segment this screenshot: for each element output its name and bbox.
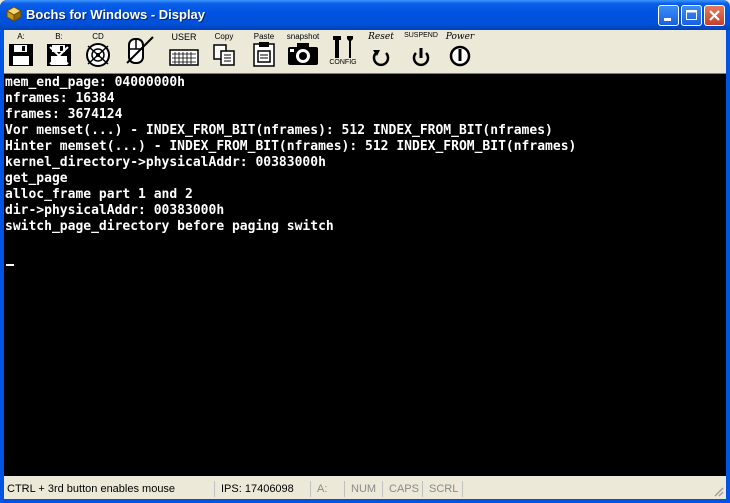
close-button[interactable] [704,5,725,26]
snapshot-button[interactable]: snapshot [284,32,322,68]
power-icon [449,45,471,67]
copy-icon [213,44,235,66]
minimize-icon [664,18,671,21]
bochs-app-icon[interactable] [6,6,22,22]
copy-button[interactable]: Copy [208,32,240,68]
console-line: switch_page_directory before paging swit… [5,219,334,234]
console-line: frames: 3674124 [5,107,123,122]
user-label: USER [171,32,197,42]
console-line: Vor memset(...) - INDEX_FROM_BIT(nframes… [5,123,553,138]
console-line: Hinter memset(...) - INDEX_FROM_BIT(nfra… [5,139,577,154]
snapshot-label: snapshot [286,32,320,41]
cdrom-icon [86,43,110,67]
status-empty-cell [462,481,712,497]
toolbar: A: B: CD USER Copy Paste snapshot CONFIG… [4,30,726,71]
status-ips: IPS: 17406098 [214,481,310,497]
console-line: nframes: 16384 [5,91,115,106]
console-line: kernel_directory->physicalAddr: 00383000… [5,155,326,170]
reset-icon [372,50,390,67]
power-label: Power [445,32,475,42]
floppy-b-label: B: [55,32,63,41]
status-scrl: SCRL [422,481,462,497]
floppy-disk-icon [9,44,33,66]
cdrom-button[interactable]: CD [82,32,114,68]
status-bar: CTRL + 3rd button enables mouse IPS: 174… [4,479,726,499]
text-cursor [6,264,14,266]
status-message: CTRL + 3rd button enables mouse [7,483,176,495]
reset-button[interactable]: Reset [364,32,398,68]
suspend-icon [412,48,430,67]
paste-icon [253,42,275,67]
camera-icon [288,43,318,65]
client-area: A: B: CD USER Copy Paste snapshot CONFIG… [4,30,726,499]
suspend-label: SUSPEND [404,32,438,39]
status-drive: A: [310,481,344,497]
bochs-window: Bochs for Windows - Display A: B: CD USE… [0,0,730,503]
config-button[interactable]: CONFIG [326,32,360,68]
console-line: get_page [5,171,68,186]
window-title: Bochs for Windows - Display [26,7,206,22]
paste-button[interactable]: Paste [248,32,280,68]
console-line: dir->physicalAddr: 00383000h [5,203,225,218]
reset-label: Reset [368,32,394,42]
floppy-b-button[interactable]: B: [44,32,74,68]
power-button[interactable]: Power [442,32,478,68]
paste-label: Paste [253,32,275,41]
keyboard-icon [169,49,199,66]
title-bar[interactable]: Bochs for Windows - Display [0,0,730,30]
mouse-icon [126,36,154,64]
floppy-a-label: A: [17,32,25,41]
tools-icon [333,36,353,58]
floppy-disk-icon [47,44,71,66]
copy-label: Copy [214,32,234,41]
floppy-a-button[interactable]: A: [6,32,36,68]
suspend-button[interactable]: SUSPEND [402,32,440,68]
mouse-capture-button[interactable] [122,32,156,68]
console-line: alloc_frame part 1 and 2 [5,187,193,202]
cdrom-label: CD [92,32,104,41]
console-line: mem_end_page: 04000000h [5,75,186,90]
status-num: NUM [344,481,382,497]
user-button[interactable]: USER [166,32,202,68]
console-output: mem_end_page: 04000000h nframes: 16384 f… [4,74,726,235]
minimize-button[interactable] [658,5,679,26]
maximize-icon [686,10,697,20]
emulator-display[interactable]: mem_end_page: 04000000h nframes: 16384 f… [4,73,726,476]
status-caps: CAPS [382,481,422,497]
resize-grip-icon[interactable] [712,485,724,497]
maximize-button[interactable] [681,5,702,26]
close-icon [709,10,720,21]
config-label: CONFIG [329,59,357,66]
